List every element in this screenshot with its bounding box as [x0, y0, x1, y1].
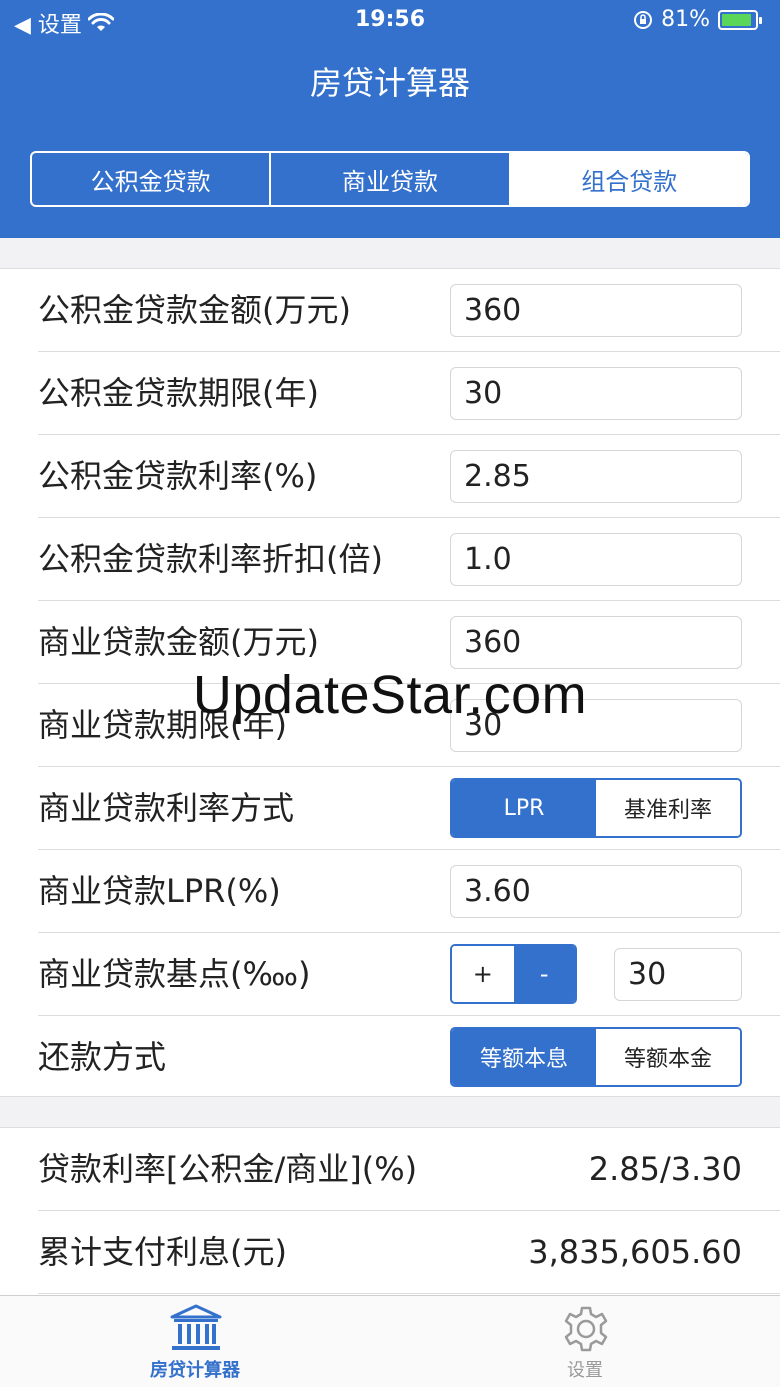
rotation-lock-icon — [634, 10, 653, 29]
repay-equal-installment[interactable]: 等额本息 — [452, 1029, 596, 1085]
pf-amount-input[interactable]: 360 — [450, 284, 742, 337]
com-bp-label: 商业贷款基点(‱) — [38, 955, 311, 993]
gear-icon — [564, 1306, 608, 1352]
pf-discount-label: 公积金贷款利率折扣(倍) — [38, 540, 383, 578]
result-rate-value: 2.85/3.30 — [588, 1150, 742, 1188]
com-rate-mode-label: 商业贷款利率方式 — [38, 789, 295, 827]
battery-percent: 81% — [661, 7, 710, 32]
loan-type-tabs: 公积金贷款 商业贷款 组合贷款 — [30, 151, 750, 207]
rate-mode-benchmark[interactable]: 基准利率 — [596, 780, 740, 836]
bp-minus-button[interactable]: - — [513, 946, 575, 1002]
tab-calculator-label[interactable]: 房贷计算器 — [0, 1356, 390, 1382]
com-amount-input[interactable]: 360 — [450, 616, 742, 669]
result-interest-label: 累计支付利息(元) — [38, 1233, 287, 1271]
pf-rate-label: 公积金贷款利率(%) — [38, 457, 318, 495]
com-lpr-label: 商业贷款LPR(%) — [38, 872, 281, 910]
status-right: 81% — [633, 7, 762, 32]
row-com-bp: 商业贷款基点(‱) + - 30 — [38, 933, 780, 1016]
com-lpr-input[interactable]: 3.60 — [450, 865, 742, 918]
page-title: 房贷计算器 — [309, 64, 470, 102]
row-pf-term: 公积金贷款期限(年) 30 — [38, 352, 780, 435]
row-com-rate-mode: 商业贷款利率方式 LPR 基准利率 — [38, 767, 780, 850]
rate-mode-toggle: LPR 基准利率 — [450, 778, 742, 838]
bp-stepper: + - — [450, 944, 577, 1004]
result-interest-value: 3,835,605.60 — [528, 1233, 742, 1271]
bottom-tab-bar: 房贷计算器 设置 — [0, 1295, 780, 1387]
tab-commercial[interactable]: 商业贷款 — [271, 153, 511, 205]
rate-mode-lpr[interactable]: LPR — [452, 780, 596, 836]
tab-combined[interactable]: 组合贷款 — [510, 153, 748, 205]
pf-term-label: 公积金贷款期限(年) — [38, 374, 319, 412]
result-rate-row: 贷款利率[公积金/商业](%) 2.85/3.30 — [38, 1128, 780, 1211]
pf-discount-input[interactable]: 1.0 — [450, 533, 742, 586]
pf-rate-input[interactable]: 2.85 — [450, 450, 742, 503]
repay-mode-label: 还款方式 — [38, 1038, 167, 1076]
result-interest-row: 累计支付利息(元) 3,835,605.60 — [38, 1211, 780, 1294]
row-pf-rate: 公积金贷款利率(%) 2.85 — [38, 435, 780, 518]
battery-icon — [718, 9, 762, 30]
row-pf-amount: 公积金贷款金额(万元) 360 — [38, 269, 780, 352]
row-repay-mode: 还款方式 等额本息 等额本金 — [38, 1016, 780, 1099]
watermark-text: UpdateStar.com — [192, 665, 588, 725]
repay-equal-principal[interactable]: 等额本金 — [596, 1029, 740, 1085]
bp-input[interactable]: 30 — [614, 948, 742, 1001]
result-rate-label: 贷款利率[公积金/商业](%) — [38, 1150, 418, 1188]
tab-calculator[interactable]: 房贷计算器 — [0, 1296, 390, 1387]
results-panel: 贷款利率[公积金/商业](%) 2.85/3.30 累计支付利息(元) 3,83… — [0, 1127, 780, 1295]
bp-plus-button[interactable]: + — [452, 946, 514, 1002]
pf-term-input[interactable]: 30 — [450, 367, 742, 420]
status-bar: ◀ 设置 19:56 81% — [0, 0, 780, 40]
tab-provident-fund[interactable]: 公积金贷款 — [32, 153, 272, 205]
header: ◀ 设置 19:56 81% 房贷计算器 公积金贷款 商业贷款 组合贷款 — [0, 0, 780, 238]
tab-settings-label[interactable]: 设置 — [390, 1356, 780, 1382]
bank-icon — [170, 1304, 222, 1350]
row-com-lpr: 商业贷款LPR(%) 3.60 — [38, 850, 780, 933]
tab-settings-bottom[interactable]: 设置 — [390, 1296, 780, 1387]
pf-amount-label: 公积金贷款金额(万元) — [38, 291, 351, 329]
row-pf-discount: 公积金贷款利率折扣(倍) 1.0 — [38, 518, 780, 601]
repay-mode-toggle: 等额本息 等额本金 — [450, 1027, 742, 1087]
